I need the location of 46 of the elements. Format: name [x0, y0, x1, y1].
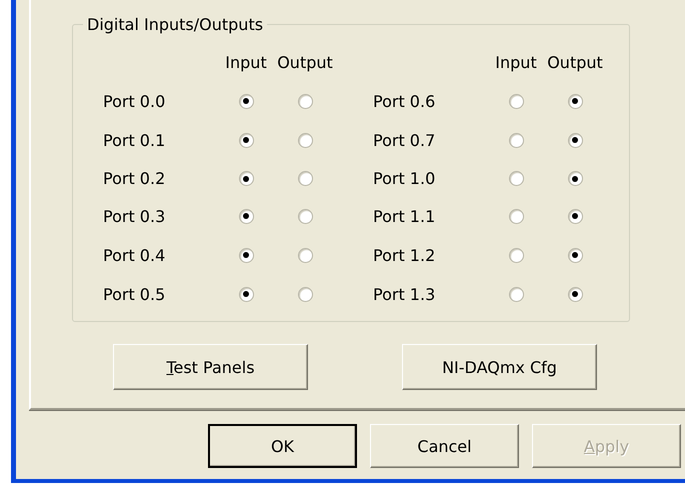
port-label: Port 0.2 — [103, 169, 166, 188]
radio-button[interactable] — [298, 94, 312, 108]
radio-button[interactable] — [238, 94, 254, 108]
radio-button[interactable] — [568, 208, 582, 224]
radio-button[interactable] — [298, 286, 312, 302]
radio-button[interactable] — [238, 132, 254, 148]
port-label: Port 0.6 — [373, 92, 436, 110]
radio-button[interactable] — [508, 286, 524, 302]
port-label: Port 1.1 — [373, 206, 436, 226]
radio-button[interactable] — [508, 94, 524, 108]
radio-button[interactable] — [298, 171, 312, 186]
radio-button[interactable] — [298, 208, 312, 224]
radio-button[interactable] — [238, 171, 254, 186]
dialog-button[interactable]: Cancel — [370, 424, 519, 468]
radio-button[interactable] — [568, 286, 582, 302]
group-title: Digital Inputs/Outputs — [86, 15, 264, 34]
port-label: Port 0.3 — [103, 206, 166, 226]
column-header: Output — [277, 53, 333, 72]
radio-button[interactable] — [238, 286, 254, 302]
dialog-button: Apply — [532, 424, 681, 468]
column-header: Input — [225, 53, 267, 72]
port-label: Port 0.7 — [373, 130, 436, 150]
radio-button[interactable] — [298, 132, 312, 148]
radio-button[interactable] — [298, 248, 312, 263]
panel-button[interactable]: NI-DAQmx Cfg — [402, 344, 597, 390]
column-header: Input — [495, 53, 537, 72]
radio-button[interactable] — [568, 94, 582, 108]
radio-button[interactable] — [508, 248, 524, 263]
dialog-button[interactable]: OK — [208, 424, 357, 468]
radio-button[interactable] — [508, 208, 524, 224]
panel-button[interactable]: Test Panels — [113, 344, 308, 390]
radio-button[interactable] — [568, 248, 582, 263]
radio-button[interactable] — [568, 171, 582, 186]
port-label: Port 1.3 — [373, 284, 436, 304]
radio-button[interactable] — [238, 208, 254, 224]
port-label: Port 0.1 — [103, 130, 166, 150]
radio-button[interactable] — [238, 248, 254, 263]
port-label: Port 1.0 — [373, 169, 436, 188]
port-label: Port 0.0 — [103, 92, 166, 110]
port-label: Port 0.5 — [103, 284, 166, 304]
column-header: Output — [547, 53, 603, 72]
port-label: Port 1.2 — [373, 246, 436, 265]
radio-button[interactable] — [568, 132, 582, 148]
radio-button[interactable] — [508, 132, 524, 148]
radio-button[interactable] — [508, 171, 524, 186]
port-label: Port 0.4 — [103, 246, 166, 265]
